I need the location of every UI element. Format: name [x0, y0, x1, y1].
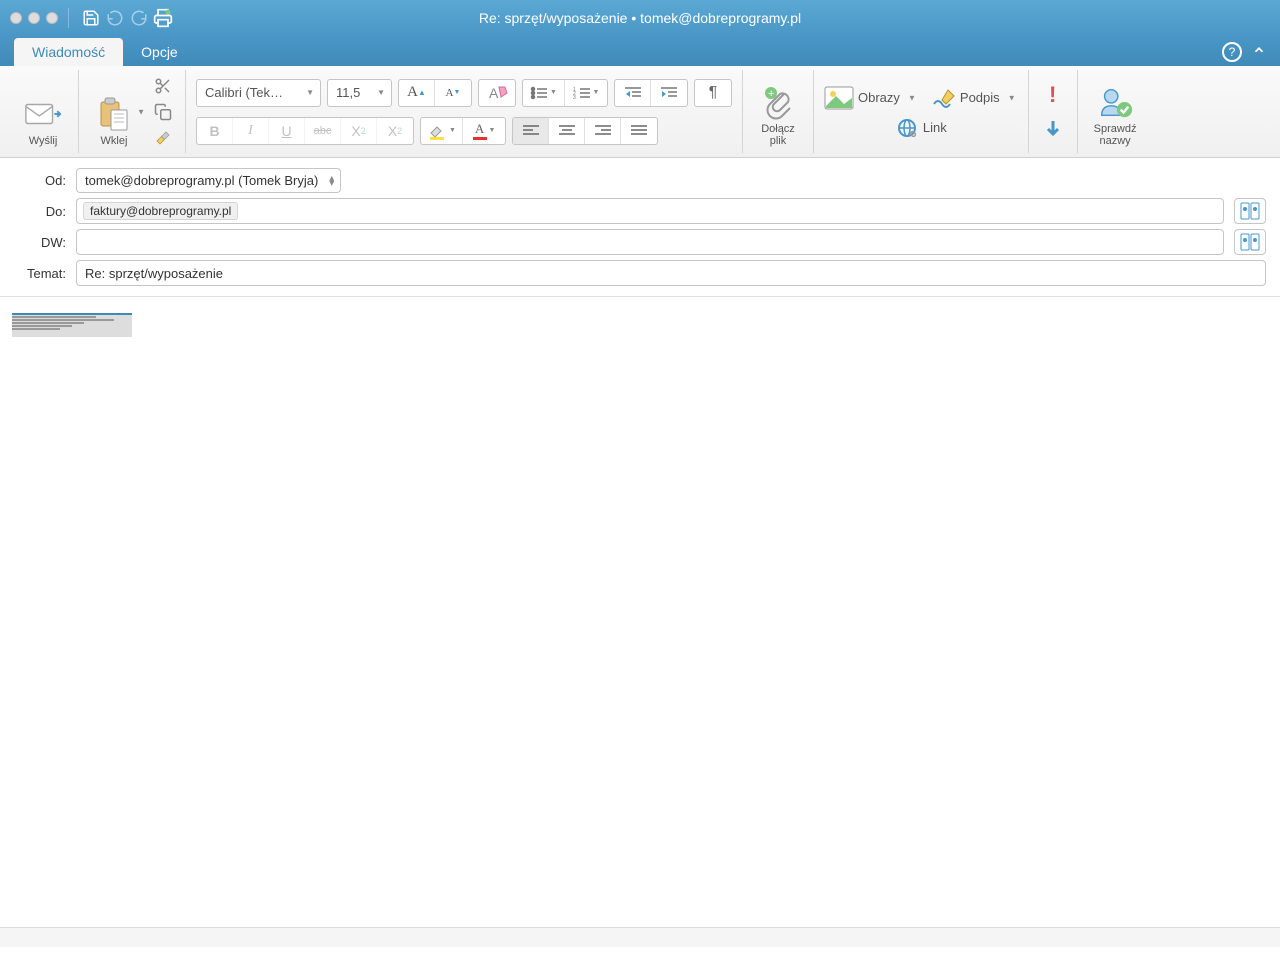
svg-text:3: 3 [573, 95, 576, 100]
signature-button[interactable]: Podpis ▼ [932, 88, 1018, 108]
ribbon-group-insert: + Dołącz plik [743, 70, 814, 153]
attach-label: Dołącz plik [761, 123, 795, 147]
link-button[interactable]: Link [895, 118, 947, 138]
subject-label: Temat: [14, 266, 66, 281]
font-size-value: 11,5 [336, 85, 360, 100]
check-names-label: Sprawdź nazwy [1094, 123, 1137, 147]
subscript-button[interactable]: X2 [341, 118, 377, 144]
from-label: Od: [14, 173, 66, 188]
ribbon-group-priority: ! [1029, 70, 1078, 153]
bullet-list-button[interactable]: ▼ [523, 80, 565, 106]
number-list-button[interactable]: 123 ▼ [565, 80, 607, 106]
bold-button[interactable]: B [197, 118, 233, 144]
window-controls [10, 12, 58, 24]
send-button[interactable]: Wyślij [18, 72, 68, 152]
paste-button[interactable]: Wklej ▼ [89, 72, 147, 152]
strikethrough-button[interactable]: abc [305, 118, 341, 144]
status-bar [0, 927, 1280, 947]
redo-button[interactable] [127, 6, 151, 30]
outdent-button[interactable] [615, 80, 651, 106]
svg-text:+: + [768, 88, 774, 100]
to-recipient-chip[interactable]: faktury@dobreprogramy.pl [83, 202, 238, 220]
font-size-combo[interactable]: 11,5 ▼ [327, 79, 392, 107]
message-header-form: Od: tomek@dobreprogramy.pl (Tomek Bryja)… [0, 158, 1280, 297]
tab-message[interactable]: Wiadomość [14, 38, 123, 66]
send-label: Wyślij [29, 135, 58, 147]
font-name-value: Calibri (Tek… [205, 85, 283, 100]
underline-button[interactable]: U [269, 118, 305, 144]
paste-label: Wklej [101, 135, 128, 147]
cc-field[interactable] [76, 229, 1224, 255]
signature-label: Podpis [960, 90, 1000, 105]
align-center-button[interactable] [549, 118, 585, 144]
align-left-button[interactable] [513, 118, 549, 144]
cut-button[interactable] [151, 74, 175, 98]
cc-address-book-button[interactable] [1234, 229, 1266, 255]
check-names-button[interactable]: Sprawdź nazwy [1088, 72, 1143, 152]
zoom-window-button[interactable] [46, 12, 58, 24]
window-title: Re: sprzęt/wyposażenie • tomek@dobreprog… [479, 10, 801, 26]
high-importance-button[interactable]: ! [1039, 81, 1067, 109]
ribbon-group-format: Calibri (Tek… ▼ 11,5 ▼ A▲ A▼ A ▼ [186, 70, 743, 153]
from-select[interactable]: tomek@dobreprogramy.pl (Tomek Bryja) ▴▾ [76, 168, 341, 193]
indent-button[interactable] [651, 80, 687, 106]
align-justify-button[interactable] [621, 118, 657, 144]
italic-button[interactable]: I [233, 118, 269, 144]
ribbon-group-media: Obrazy ▼ Podpis ▼ Link [814, 70, 1029, 153]
to-address-book-button[interactable] [1234, 198, 1266, 224]
cc-label: DW: [14, 235, 66, 250]
superscript-button[interactable]: X2 [377, 118, 413, 144]
close-window-button[interactable] [10, 12, 22, 24]
to-label: Do: [14, 204, 66, 219]
highlight-button[interactable]: ▼ [421, 118, 463, 144]
subject-input[interactable] [76, 260, 1266, 286]
tab-options[interactable]: Opcje [123, 38, 196, 66]
attach-file-button[interactable]: + Dołącz plik [753, 72, 803, 152]
from-value: tomek@dobreprogramy.pl (Tomek Bryja) [85, 173, 318, 188]
images-label: Obrazy [858, 90, 900, 105]
font-color-button[interactable]: A ▼ [463, 118, 505, 144]
collapse-ribbon-icon[interactable] [1252, 43, 1266, 62]
undo-button[interactable] [103, 6, 127, 30]
images-button[interactable]: Obrazy ▼ [824, 86, 918, 110]
link-label: Link [923, 120, 947, 135]
title-bar: Re: sprzęt/wyposażenie • tomek@dobreprog… [0, 0, 1280, 36]
ribbon-group-send: Wyślij [8, 70, 79, 153]
ribbon-tabs: Wiadomość Opcje ? [0, 36, 1280, 66]
to-field[interactable]: faktury@dobreprogramy.pl [76, 198, 1224, 224]
quoted-message-preview [12, 313, 132, 337]
print-button[interactable] [151, 6, 175, 30]
low-importance-button[interactable] [1039, 115, 1067, 143]
svg-text:A: A [489, 85, 499, 101]
align-right-button[interactable] [585, 118, 621, 144]
clear-formatting-button[interactable]: A [479, 80, 515, 106]
ribbon: Wyślij Wklej ▼ Calibri (Tek… [0, 66, 1280, 158]
paragraph-button[interactable]: ¶ [695, 80, 731, 106]
ribbon-group-names: Sprawdź nazwy [1078, 70, 1153, 153]
help-icon[interactable]: ? [1222, 42, 1242, 62]
copy-button[interactable] [151, 100, 175, 124]
message-body-editor[interactable] [0, 297, 1280, 927]
save-button[interactable] [79, 6, 103, 30]
minimize-window-button[interactable] [28, 12, 40, 24]
format-painter-button[interactable] [151, 126, 175, 150]
shrink-font-button[interactable]: A▼ [435, 80, 471, 106]
ribbon-group-clipboard: Wklej ▼ [79, 70, 186, 153]
font-name-combo[interactable]: Calibri (Tek… ▼ [196, 79, 321, 107]
grow-font-button[interactable]: A▲ [399, 80, 435, 106]
